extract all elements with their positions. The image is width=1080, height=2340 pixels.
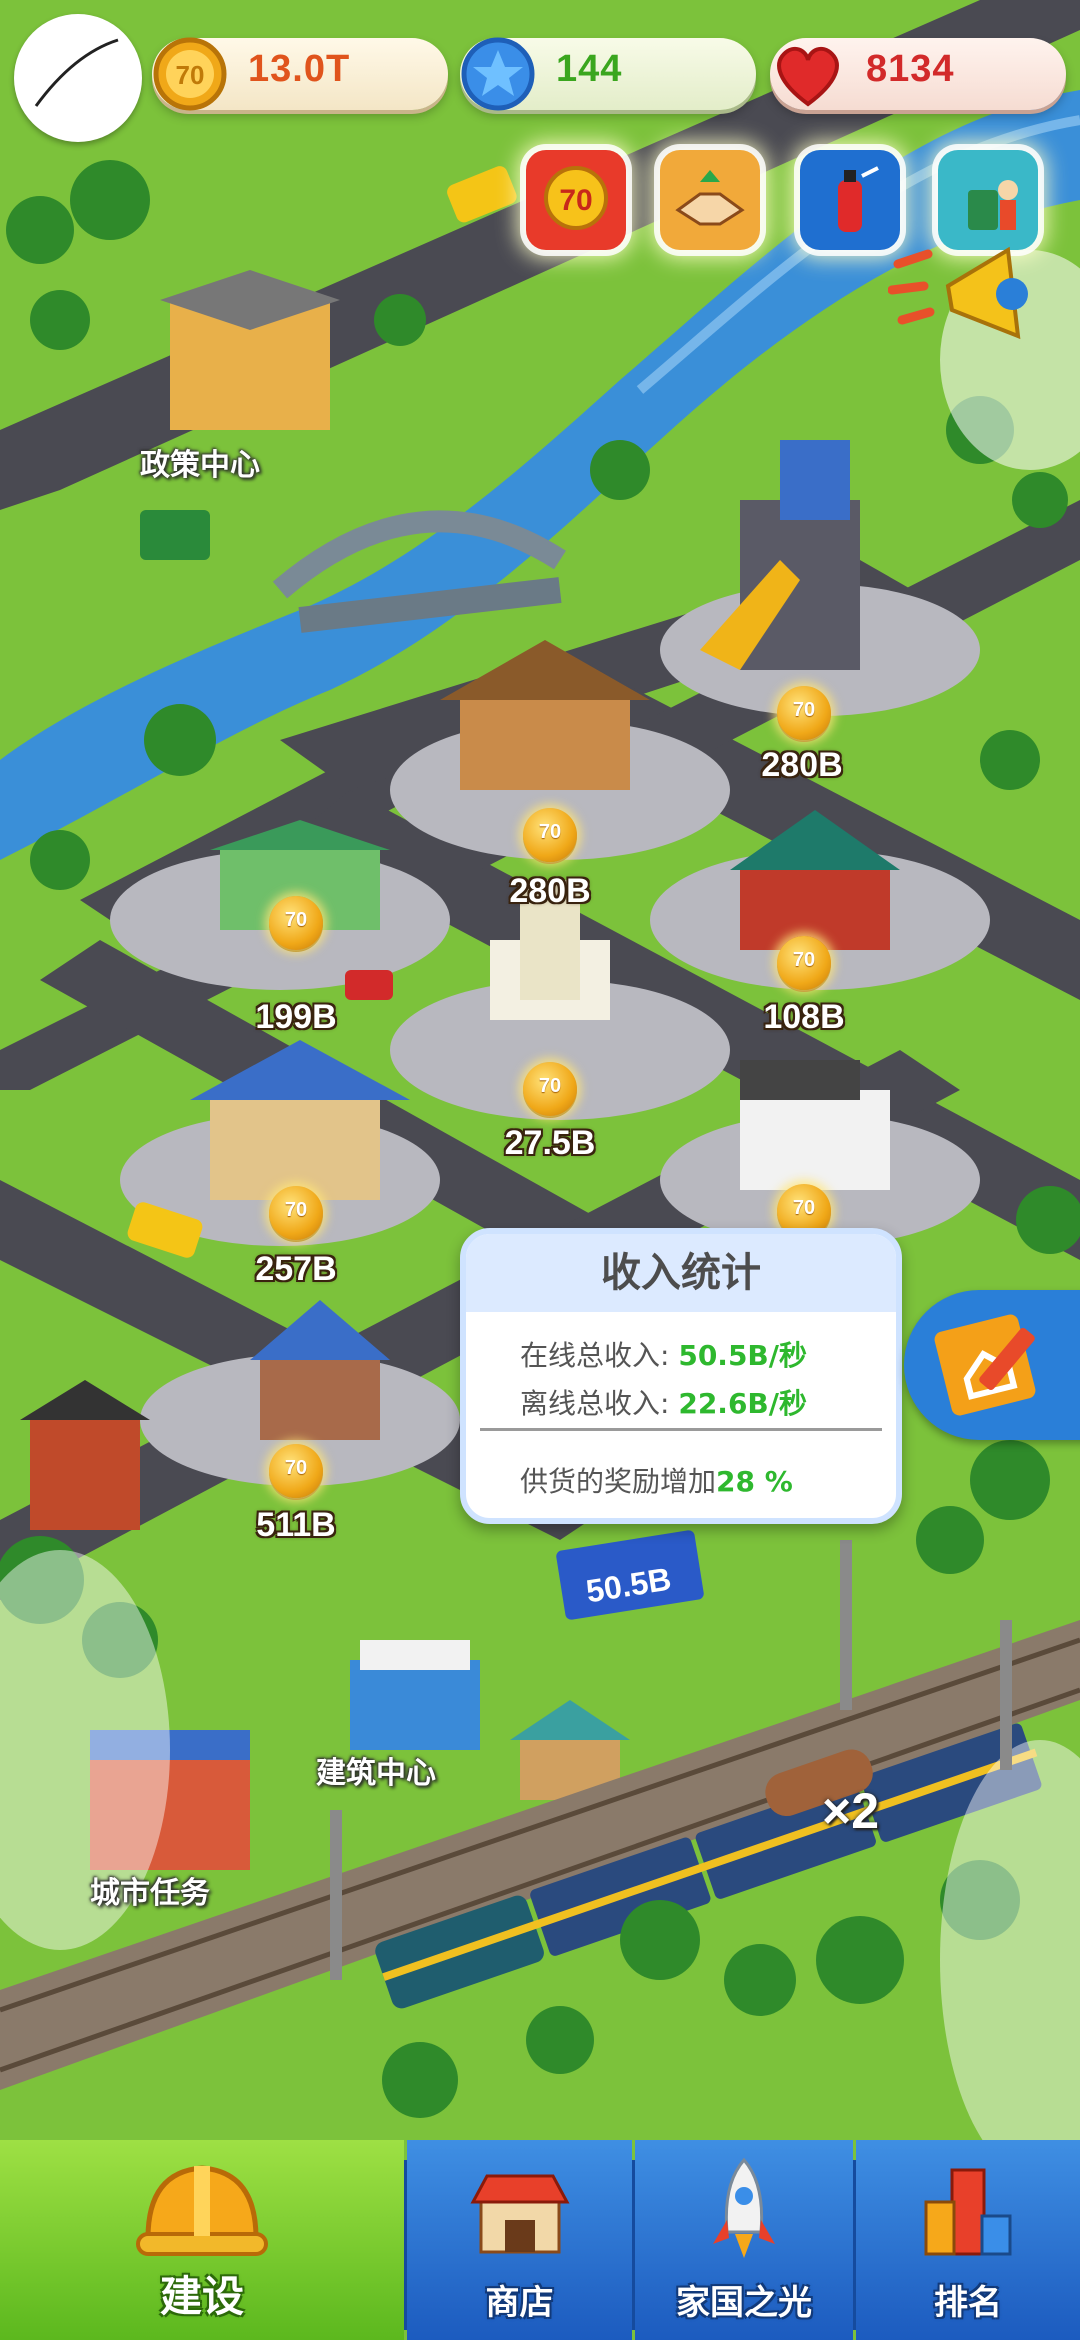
tower-income: 27.5B [504,1124,596,1162]
online-income-value: 50.5B/秒 [678,1339,807,1372]
gem-value: 144 [556,48,623,90]
old-house-income: 511B [256,1506,336,1544]
recycling-icon[interactable] [938,150,1038,250]
fire-safety-icon[interactable] [800,150,900,250]
player-avatar[interactable] [14,14,142,142]
blue-star-icon [461,37,535,111]
steel-mill-income: 280B [761,746,843,784]
handshake-icon[interactable] [660,150,760,250]
online-income-row: 在线总收入: 50.5B/秒 [520,1334,807,1374]
collect-coin-icon[interactable] [777,686,831,740]
temple-income: 108B [763,998,845,1036]
podium-icon [924,2168,1012,2256]
heart-counter[interactable]: 8134 [770,38,1066,110]
tab-build-label: 建设 [159,2272,244,2321]
supply-bonus-row: 供货的奖励增加28 % [520,1460,793,1500]
anniversary-badge-icon: 70 [544,166,608,230]
heart-icon [777,46,839,107]
offline-income-row: 离线总收入: 22.6B/秒 [520,1382,807,1422]
panel-title: 收入统计 [466,1234,896,1312]
vegetable-market-income: 257B [255,1250,337,1288]
blueprint-pencil-icon [934,1314,1036,1416]
handshake-glyph-icon [675,170,745,226]
tab-national-light-label: 家国之光 [676,2283,812,2323]
offline-income-label: 离线总收入: [520,1387,679,1420]
tab-build[interactable]: 建设 [0,2140,404,2340]
svg-text:70: 70 [176,60,205,90]
tab-national-light[interactable]: 家国之光 [635,2140,853,2340]
gem-counter[interactable]: 144 [460,37,756,111]
supply-bonus-label: 供货的奖励增加 [520,1465,717,1498]
shop-icon [470,2174,570,2254]
collect-coin-icon[interactable] [269,1444,323,1498]
heart-value: 8134 [866,48,955,90]
train-multiplier[interactable]: ×2 [822,1782,879,1840]
city-tasks-label[interactable]: 城市任务 [90,1868,210,1912]
offline-income-value: 22.6B/秒 [678,1387,807,1420]
coin-counter[interactable]: 70 13.0T [152,37,448,111]
70th-anniversary-icon[interactable]: 70 [526,150,626,250]
policy-center-label[interactable]: 政策中心 [140,440,260,484]
recycle-bin-icon [968,180,1018,230]
lumber-mill-income: 280B [509,872,591,910]
hard-hat-icon [136,2165,268,2256]
megaphone-icon[interactable] [888,236,1038,356]
bottom-nav: 建设 商店 家国之光 排名 [0,2140,1080,2340]
tab-shop[interactable]: 商店 [407,2140,632,2340]
income-stats-panel[interactable]: 收入统计 在线总收入: 50.5B/秒 离线总收入: 22.6B/秒 供货的奖励… [460,1228,902,1524]
tab-shop-label: 商店 [485,2283,554,2323]
collect-coin-icon[interactable] [777,936,831,990]
food-factory-income: 199B [255,998,337,1036]
tab-ranking[interactable]: 排名 [856,2140,1080,2340]
avatar-stroke-icon [34,38,119,107]
tab-ranking-label: 排名 [934,2283,1002,2323]
svg-text:70: 70 [559,184,592,217]
collect-coin-icon[interactable] [523,808,577,862]
online-income-label: 在线总收入: [520,1339,679,1372]
coin-value: 13.0T [248,48,351,90]
rocket-icon [713,2157,775,2258]
edit-blueprint-button[interactable] [904,1290,1080,1440]
panel-divider [480,1428,882,1431]
architecture-center-label[interactable]: 建筑中心 [316,1748,436,1792]
supply-bonus-value: 28 % [716,1465,793,1498]
collect-coin-icon[interactable] [523,1062,577,1116]
collect-coin-icon[interactable] [269,1186,323,1240]
fire-extinguisher-icon [838,166,879,232]
gold-coin-icon: 70 [153,37,227,111]
collect-coin-icon[interactable] [269,896,323,950]
